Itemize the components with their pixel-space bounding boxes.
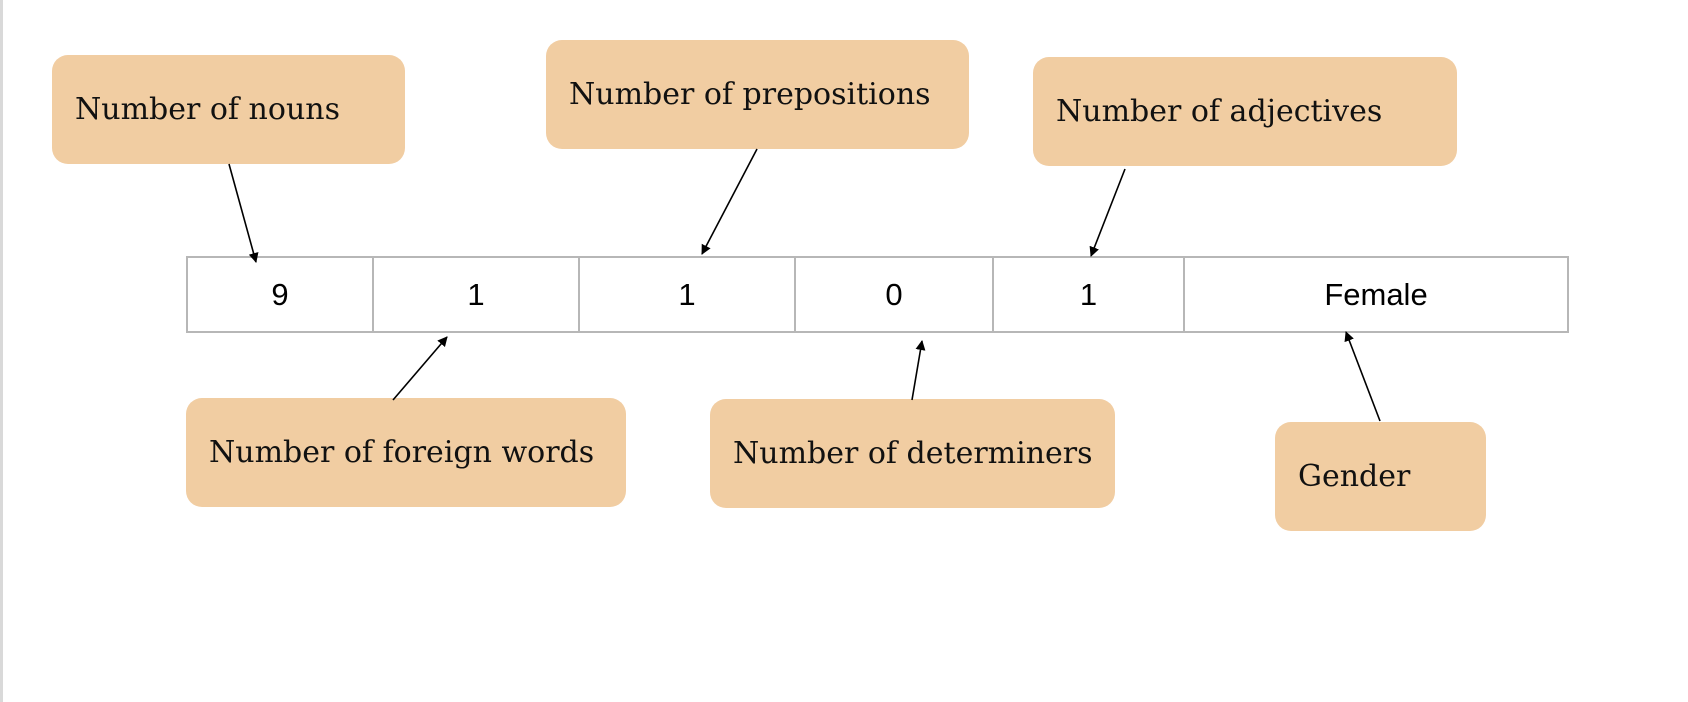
arrow-nouns — [228, 163, 259, 263]
connector-arrows — [228, 148, 1381, 422]
arrow-determiners — [911, 340, 926, 401]
arrow-gender — [1344, 331, 1381, 422]
arrow-adjectives — [1089, 168, 1126, 257]
arrow-prepositions — [701, 148, 758, 255]
arrow-foreign-words — [392, 336, 448, 401]
